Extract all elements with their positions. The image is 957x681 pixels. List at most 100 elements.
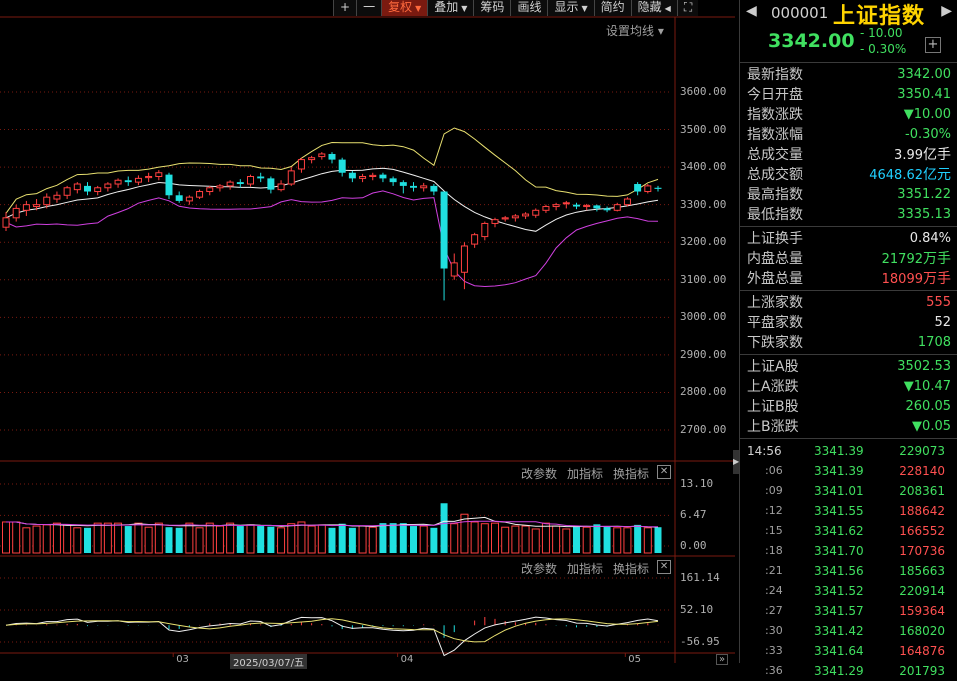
stat-row: 平盘家数 52: [740, 313, 957, 333]
y-tick-label: 3000.00: [680, 310, 727, 324]
change-params-button[interactable]: 改参数: [521, 560, 557, 577]
toolbar-button-5[interactable]: 画线: [510, 0, 548, 16]
volume-bar: [84, 527, 91, 553]
candle-body: [348, 172, 356, 179]
volume-bar: [73, 527, 82, 554]
tick-volume: 159364: [899, 604, 945, 618]
toolbar-button-9[interactable]: ⛶: [676, 0, 699, 16]
toolbar-button-label: +: [340, 0, 351, 14]
stat-row: 总成交量 3.99亿手: [740, 145, 957, 165]
volume-bar: [511, 525, 520, 554]
change-params-button[interactable]: 改参数: [521, 465, 557, 482]
candle-body: [216, 185, 224, 189]
tick-row: :33 3341.64 164876: [740, 641, 957, 661]
candle-body: [634, 184, 642, 192]
stat-label: 上B涨跌: [747, 419, 799, 435]
switch-indicator-button[interactable]: 换指标: [613, 465, 649, 482]
volume-bar: [154, 522, 163, 554]
kline-chart-area[interactable]: + 一复权 ▼ 叠加 ▼ 筹码 画线 显示 ▼ 简约 隐藏 ◀ ⛶ 设置均线 ▾ 改参数 加指标 换指标…: [0, 0, 735, 669]
stat-label: 指数涨跌: [747, 107, 803, 123]
volume-bar: [22, 527, 31, 554]
tick-row: :09 3341.01 208361: [740, 481, 957, 501]
volume-bar: [419, 525, 428, 554]
tick-volume: 228140: [899, 464, 945, 478]
stat-value: 555: [926, 295, 951, 310]
candle-body: [297, 159, 305, 170]
candle-body: [73, 183, 81, 191]
toolbar-button-2[interactable]: 复权 ▼: [381, 0, 428, 16]
candle-body: [257, 176, 265, 179]
tick-volume: 170736: [899, 544, 945, 558]
stat-label: 上涨家数: [747, 295, 803, 311]
stat-label: 下跌家数: [747, 335, 803, 351]
tick-volume: 185663: [899, 564, 945, 578]
toolbar-button-7[interactable]: 简约: [593, 0, 631, 16]
candle-body: [124, 180, 132, 183]
chart-toolbar: + 一复权 ▼ 叠加 ▼ 筹码 画线 显示 ▼ 简约 隐藏 ◀ ⛶: [333, 0, 699, 16]
volume-bar: [541, 522, 550, 554]
volume-bar: [430, 527, 438, 553]
stat-row: 最低指数 3335.13: [740, 205, 957, 225]
candle-body: [165, 174, 173, 196]
scroll-right-icon[interactable]: »: [716, 654, 729, 665]
candle-body: [247, 176, 254, 185]
candle-body: [267, 178, 275, 190]
candle-body: [654, 187, 662, 189]
tick-time: :21: [765, 564, 783, 577]
stat-value: 3342.00: [897, 67, 951, 82]
candle-body: [511, 215, 519, 219]
switch-indicator-button[interactable]: 换指标: [613, 560, 649, 577]
close-icon[interactable]: ✕: [657, 560, 672, 574]
stat-row: 最新指数 3342.00: [740, 65, 957, 85]
tick-time: :18: [765, 544, 783, 557]
stats-group: 上涨家数 555 平盘家数 52 下跌家数 1708: [740, 291, 957, 355]
ma-setting-button[interactable]: 设置均线 ▾: [606, 22, 664, 39]
toolbar-button-4[interactable]: 筹码: [473, 0, 511, 16]
candle-body: [94, 187, 102, 193]
candle-body: [134, 177, 142, 183]
volume-bar: [450, 523, 459, 554]
add-indicator-button[interactable]: 加指标: [567, 465, 603, 482]
toolbar-button-1[interactable]: 一: [356, 0, 382, 16]
toolbar-button-0[interactable]: +: [333, 0, 357, 16]
volume-bar: [358, 525, 367, 554]
candle-body: [460, 245, 468, 273]
volume-bar: [215, 525, 224, 554]
volume-panel-tools: 改参数 加指标 换指标 ✕: [521, 465, 672, 482]
volume-bar: [470, 521, 479, 554]
add-watchlist-icon[interactable]: +: [925, 37, 941, 53]
volume-bar: [12, 521, 21, 554]
current-price: 3342.00: [768, 30, 855, 52]
tick-row: :21 3341.56 185663: [740, 561, 957, 581]
volume-bar: [643, 527, 652, 554]
stat-value: 4648.62亿元: [869, 167, 951, 183]
y-tick-label: 0.00: [680, 539, 707, 552]
volume-bar: [552, 525, 561, 554]
prev-arrow-icon[interactable]: ◀: [746, 3, 757, 19]
toolbar-button-6[interactable]: 显示 ▼: [547, 0, 594, 16]
candle-body: [644, 185, 652, 193]
stat-value: 21792万手: [881, 251, 951, 267]
price-change-pct: - 0.30%: [860, 42, 907, 56]
volume-bar: [379, 523, 387, 553]
next-arrow-icon[interactable]: ▶: [941, 3, 952, 19]
stat-row: 指数涨幅 -0.30%: [740, 125, 957, 145]
tick-volume: 220914: [899, 584, 945, 598]
volume-bar: [144, 526, 153, 554]
tick-price: 3341.56: [814, 564, 864, 578]
stat-value: 1708: [917, 335, 951, 350]
toolbar-button-8[interactable]: 隐藏 ◀: [630, 0, 677, 16]
candle-body: [53, 194, 61, 200]
y-tick-label: 2700.00: [680, 423, 727, 436]
close-icon[interactable]: ✕: [657, 465, 672, 479]
tick-price: 3341.55: [814, 504, 864, 518]
toolbar-button-3[interactable]: 叠加 ▼: [427, 0, 474, 16]
index-code: 000001: [771, 4, 829, 22]
toolbar-button-label: 复权: [388, 0, 413, 14]
stat-row: 今日开盘 3350.41: [740, 85, 957, 105]
volume-bar: [246, 524, 255, 554]
volume-bar: [368, 526, 377, 554]
stat-row: 外盘总量 18099万手: [740, 269, 957, 289]
candle-body: [623, 198, 631, 206]
add-indicator-button[interactable]: 加指标: [567, 560, 603, 577]
